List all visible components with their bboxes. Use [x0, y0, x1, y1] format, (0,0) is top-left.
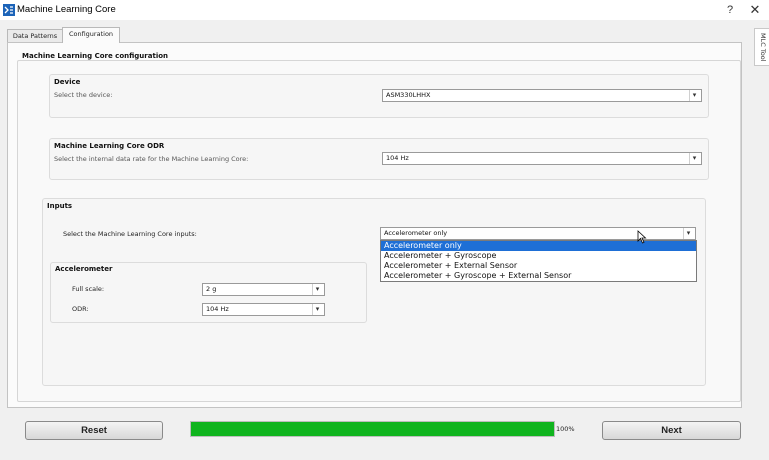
dropdown-option-accelerometer-gyroscope-external-sensor[interactable]: Accelerometer + Gyroscope + External Sen…	[381, 271, 696, 281]
accelerometer-odr-label: ODR:	[72, 305, 89, 313]
device-label: Select the device:	[54, 91, 113, 99]
chevron-down-icon: ▾	[689, 90, 699, 101]
inputs-select-value: Accelerometer only	[384, 229, 448, 237]
odr-select-value: 104 Hz	[386, 154, 409, 162]
logo-icon	[3, 4, 15, 16]
full-scale-value: 2 g	[206, 285, 217, 293]
tab-configuration[interactable]: Configuration	[62, 27, 120, 43]
mouse-cursor-icon	[637, 230, 647, 244]
dropdown-option-accelerometer-gyroscope[interactable]: Accelerometer + Gyroscope	[381, 251, 696, 261]
inputs-dropdown-list[interactable]: Accelerometer only Accelerometer + Gyros…	[380, 240, 697, 282]
full-scale-select[interactable]: 2 g ▾	[202, 283, 325, 296]
dropdown-option-accelerometer-only[interactable]: Accelerometer only	[381, 241, 696, 251]
chevron-down-icon: ▾	[312, 284, 322, 295]
accelerometer-title: Accelerometer	[55, 265, 113, 273]
panel-title: Machine Learning Core configuration	[22, 52, 169, 60]
next-button[interactable]: Next	[602, 421, 741, 440]
title-bar: Machine Learning Core ? ✕	[0, 0, 769, 20]
progress-fill	[191, 422, 554, 436]
progress-bar	[190, 421, 555, 437]
odr-label: Select the internal data rate for the Ma…	[54, 155, 249, 163]
device-title: Device	[54, 78, 81, 86]
side-tab-mlc-tool[interactable]: MLC Tool	[754, 28, 769, 66]
inputs-select[interactable]: Accelerometer only ▾	[380, 227, 696, 240]
accelerometer-odr-select[interactable]: 104 Hz ▾	[202, 303, 325, 316]
device-select-value: ASM330LHHX	[386, 91, 431, 99]
odr-title: Machine Learning Core ODR	[54, 142, 165, 150]
help-button[interactable]: ?	[722, 2, 738, 18]
reset-button[interactable]: Reset	[25, 421, 163, 440]
window-title: Machine Learning Core	[17, 4, 116, 15]
full-scale-label: Full scale:	[72, 285, 105, 293]
accelerometer-odr-value: 104 Hz	[206, 305, 229, 313]
close-button[interactable]: ✕	[747, 2, 763, 18]
progress-percent: 100%	[556, 425, 575, 433]
chevron-down-icon: ▾	[683, 228, 693, 239]
odr-select[interactable]: 104 Hz ▾	[382, 152, 702, 165]
chevron-down-icon: ▾	[312, 304, 322, 315]
inputs-label: Select the Machine Learning Core inputs:	[63, 230, 197, 238]
inputs-title: Inputs	[47, 202, 73, 210]
side-tab-label: MLC Tool	[759, 33, 767, 62]
dropdown-option-accelerometer-external-sensor[interactable]: Accelerometer + External Sensor	[381, 261, 696, 271]
chevron-down-icon: ▾	[689, 153, 699, 164]
device-select[interactable]: ASM330LHHX ▾	[382, 89, 702, 102]
tab-data-patterns[interactable]: Data Patterns	[7, 29, 63, 42]
